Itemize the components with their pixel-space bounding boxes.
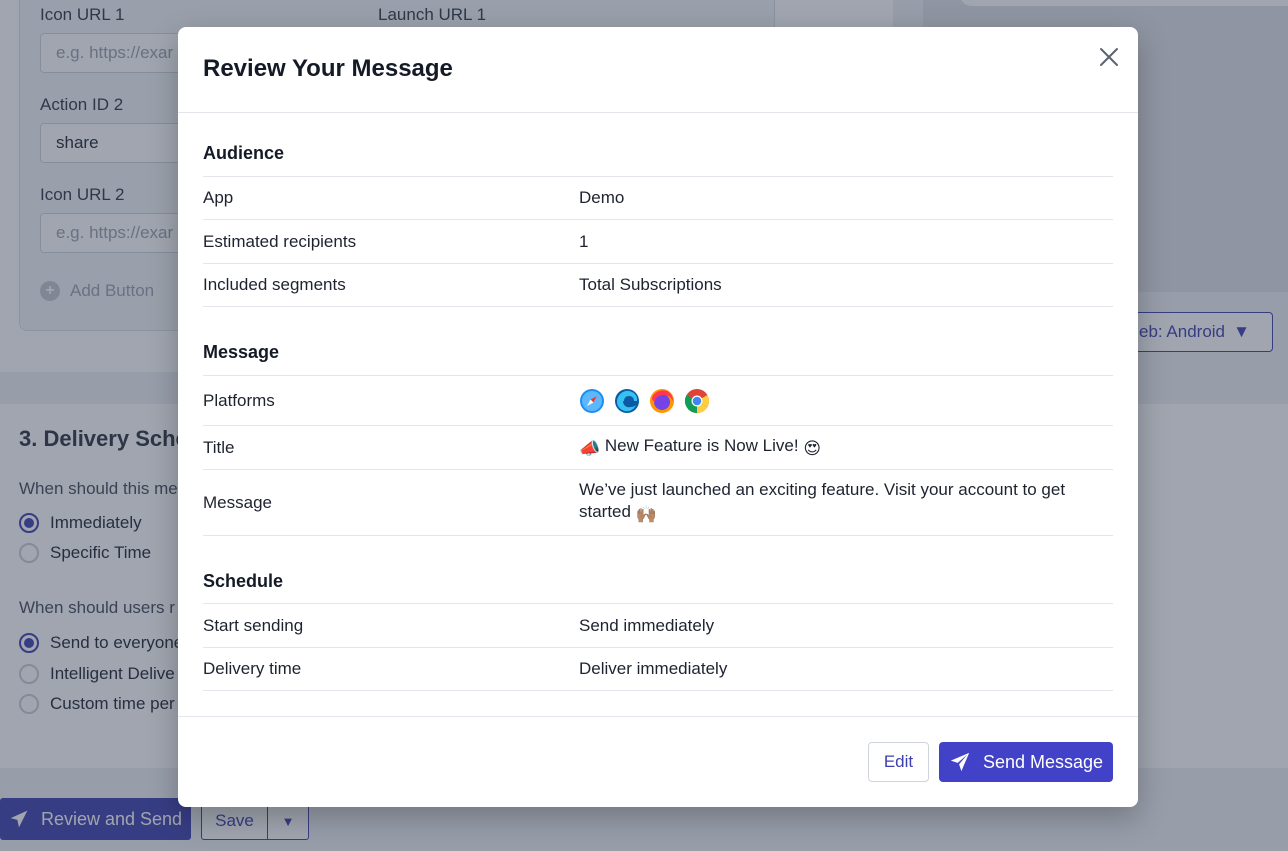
firefox-icon <box>650 388 674 413</box>
row-value: 📣 New Feature is Now Live! 😍 <box>579 435 1089 460</box>
row-value: Demo <box>579 188 625 207</box>
row-value: Total Subscriptions <box>579 275 722 294</box>
row-key: Delivery time <box>203 659 302 678</box>
detail-row-title: Title 📣 New Feature is Now Live! 😍 <box>203 425 1113 469</box>
row-value: We’ve just launched an exciting feature.… <box>579 479 1089 526</box>
platform-icons <box>579 388 1089 414</box>
row-value: 1 <box>579 231 589 251</box>
row-key: Title <box>203 437 235 457</box>
row-key: Message <box>203 492 272 512</box>
detail-row: Included segments Total Subscriptions <box>203 263 1113 307</box>
send-message-button[interactable]: Send Message <box>939 742 1113 782</box>
detail-row: Delivery time Deliver immediately <box>203 647 1113 691</box>
detail-row: App Demo <box>203 176 1113 219</box>
message-section-title: Message <box>203 342 280 362</box>
row-key: Estimated recipients <box>203 231 357 251</box>
megaphone-emoji: 📣 <box>579 439 601 458</box>
row-key: Start sending <box>203 615 304 635</box>
raised-hands-emoji: 🙌🏽 <box>635 505 657 524</box>
edge-icon <box>615 388 639 413</box>
paper-plane-icon <box>950 752 970 772</box>
detail-row-platforms: Platforms <box>203 375 1113 425</box>
modal-header: Review Your Message <box>178 27 1138 113</box>
detail-row: Estimated recipients 1 <box>203 219 1113 263</box>
row-key: Included segments <box>203 275 346 294</box>
notification-title: New Feature is Now Live! <box>604 436 799 455</box>
detail-row-message: Message We’ve just launched an exciting … <box>203 469 1113 536</box>
schedule-section-title: Schedule <box>203 571 284 591</box>
modal-body: Audience App Demo Estimated recipients 1… <box>203 113 1113 716</box>
row-key: Platforms <box>203 390 275 410</box>
row-value: Deliver immediately <box>579 659 728 678</box>
detail-row: Start sending Send immediately <box>203 603 1113 647</box>
row-value: Send immediately <box>579 615 715 635</box>
chrome-icon <box>684 388 710 413</box>
modal-title: Review Your Message <box>203 55 453 82</box>
send-message-label: Send Message <box>982 751 1104 772</box>
row-key: App <box>203 188 234 207</box>
close-icon[interactable] <box>1098 46 1120 68</box>
edit-button[interactable]: Edit <box>868 742 929 782</box>
heart-eyes-emoji: 😍 <box>803 439 822 458</box>
modal-footer: Edit Send Message <box>178 716 1138 807</box>
audience-section-title: Audience <box>203 143 285 163</box>
safari-icon <box>580 388 604 413</box>
review-modal: Review Your Message Audience App Demo Es… <box>178 27 1138 807</box>
